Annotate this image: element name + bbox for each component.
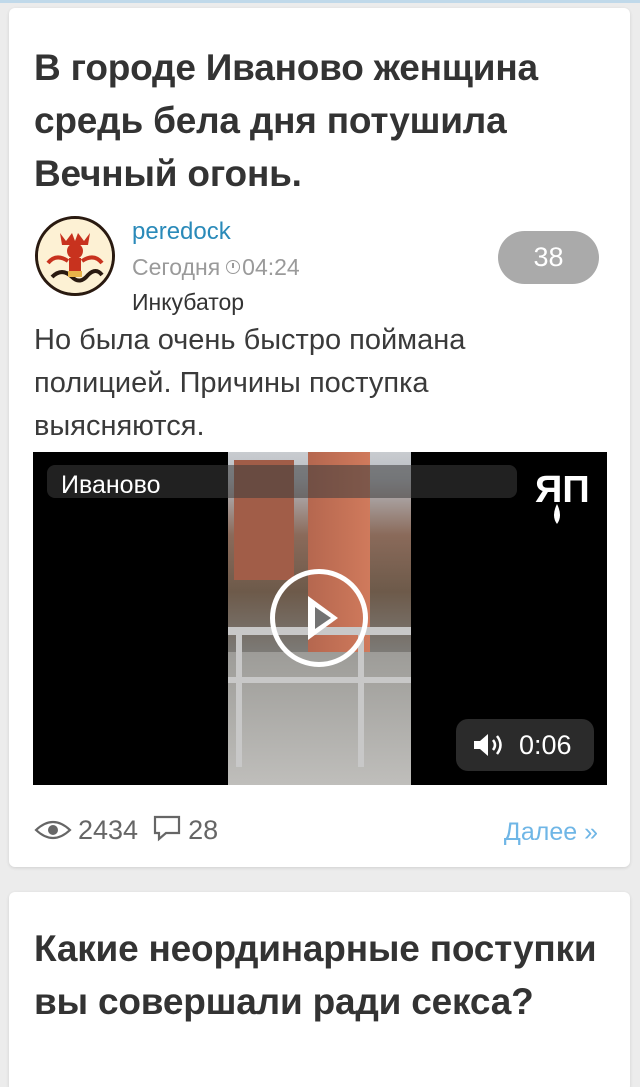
yap-logo-icon: ЯП xyxy=(535,469,590,524)
community-name[interactable]: Инкубатор xyxy=(132,289,244,316)
post-card: В городе Иваново женщина средь бела дня … xyxy=(9,8,630,867)
next-post-card: Какие неординарные поступки вы совершали… xyxy=(9,892,630,1087)
volume-icon[interactable] xyxy=(472,732,506,758)
svg-text:ЯП: ЯП xyxy=(535,469,590,511)
post-excerpt: Но была очень быстро поймана полицией. П… xyxy=(34,324,466,442)
play-icon[interactable] xyxy=(270,569,368,667)
post-stats: 2434 28 xyxy=(34,814,232,850)
post-time: 04:24 xyxy=(242,254,300,280)
post-title[interactable]: В городе Иваново женщина средь бела дня … xyxy=(34,41,600,200)
video-player[interactable]: Иваново ЯП 0:06 xyxy=(33,452,607,785)
next-post-title[interactable]: Какие неординарные поступки вы совершали… xyxy=(34,922,600,1028)
author-avatar[interactable] xyxy=(35,216,115,296)
top-accent-line xyxy=(0,0,640,3)
clock-icon xyxy=(226,260,241,274)
post-date: Сегодня xyxy=(132,254,221,280)
views-count: 2434 xyxy=(78,815,139,845)
author-name[interactable]: peredock xyxy=(132,218,231,246)
comment-icon[interactable] xyxy=(152,814,182,842)
eye-icon xyxy=(34,820,72,840)
video-title: Иваново xyxy=(47,465,517,498)
volume-duration-box[interactable]: 0:06 xyxy=(456,719,594,771)
post-datetime: Сегодня 04:24 xyxy=(132,254,300,281)
comments-count[interactable]: 28 xyxy=(188,815,218,845)
video-duration: 0:06 xyxy=(519,730,572,760)
rating-badge[interactable]: 38 xyxy=(498,231,599,284)
read-more-link[interactable]: Далее » xyxy=(504,814,598,850)
